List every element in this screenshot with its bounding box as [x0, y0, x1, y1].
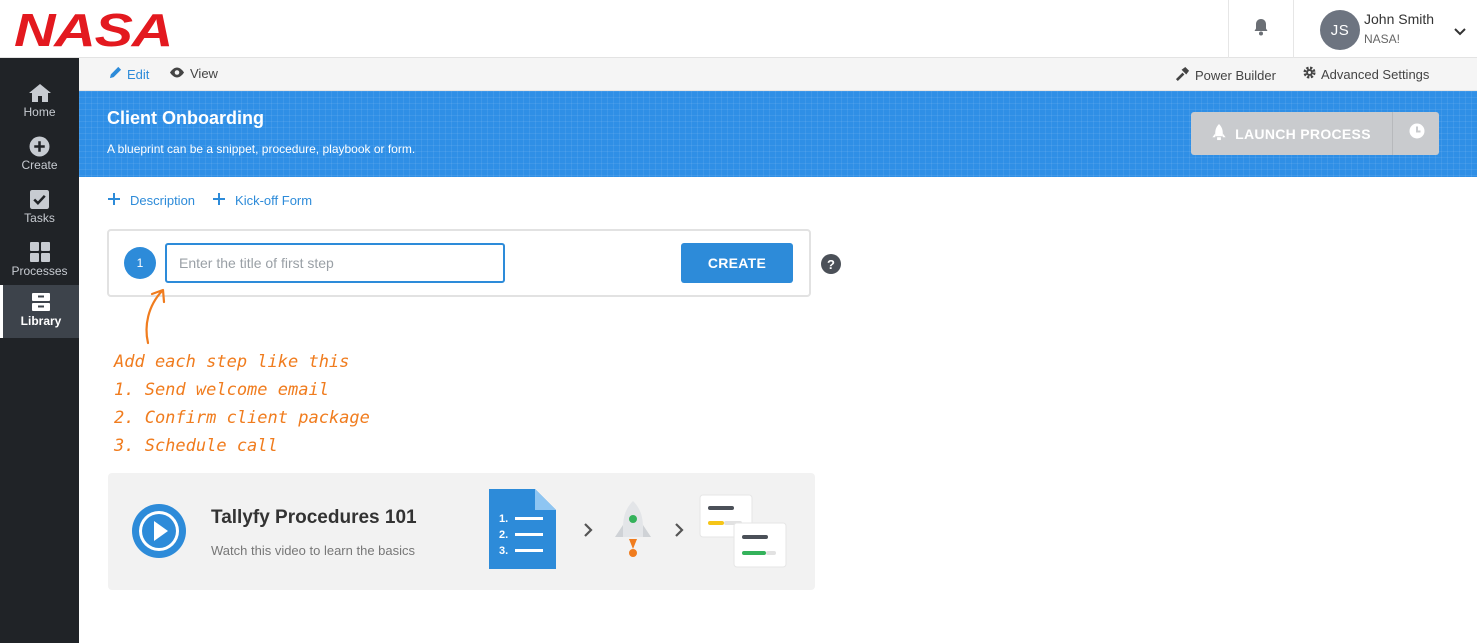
help-icon[interactable]: ? [821, 254, 841, 274]
plus-icon [213, 193, 226, 208]
power-builder-link[interactable]: Power Builder [1175, 66, 1276, 84]
document-list-icon: 1. 2. 3. [489, 489, 556, 569]
chevron-right-icon [584, 523, 593, 537]
sidebar-item-processes[interactable]: Processes [0, 235, 79, 288]
sidebar-item-tasks[interactable]: Tasks [0, 182, 79, 235]
clock-icon [1409, 123, 1425, 144]
add-kickoff-form-label: Kick-off Form [235, 193, 313, 208]
launch-process-button[interactable]: LAUNCH PROCESS [1191, 112, 1393, 155]
play-icon[interactable] [132, 504, 186, 563]
sidebar-item-label: Library [20, 314, 62, 328]
home-icon [28, 82, 52, 104]
rocket-icon [1212, 123, 1226, 144]
sidebar-item-label: Processes [11, 264, 68, 278]
hint-line: Add each step like this [114, 352, 350, 372]
procedure-illustration: 1. 2. 3. [488, 487, 798, 582]
create-step-button[interactable]: CREATE [681, 243, 793, 283]
view-tab[interactable]: View [169, 66, 218, 81]
chevron-down-icon [1454, 23, 1466, 41]
bell-icon [1253, 18, 1269, 41]
top-bar: NASA JS John Smith NASA! [0, 0, 1477, 58]
task-cards-icon [699, 494, 787, 568]
video-title[interactable]: Tallyfy Procedures 101 [211, 507, 417, 529]
avatar: JS [1320, 10, 1360, 50]
nasa-logo[interactable]: NASA [14, 4, 174, 56]
add-description-label: Description [130, 193, 196, 208]
grid-icon [29, 241, 50, 263]
pencil-icon [109, 66, 122, 82]
plus-circle-icon [29, 135, 50, 157]
checkbox-icon [30, 188, 49, 210]
advanced-settings-link[interactable]: Advanced Settings [1303, 66, 1429, 82]
power-builder-label: Power Builder [1195, 67, 1276, 83]
eye-icon [169, 66, 185, 81]
svg-text:NASA: NASA [14, 8, 172, 50]
blueprint-banner: Client Onboarding A blueprint can be a s… [79, 91, 1477, 177]
sidebar-item-label: Create [21, 158, 58, 172]
hint-arrow-icon [138, 286, 174, 351]
hint-line: 1. Send welcome email [114, 380, 329, 400]
new-step-card: 1 CREATE [107, 229, 811, 297]
list-number: 3. [499, 545, 508, 557]
sidebar-item-label: Tasks [24, 211, 55, 225]
sidebar: Home Create Tasks Processes Library [0, 58, 79, 643]
list-number: 1. [499, 513, 508, 525]
editor-toolbar: Edit View Power Builder Advanced Setting… [79, 58, 1477, 91]
launch-process-group: LAUNCH PROCESS [1191, 112, 1439, 155]
user-org: NASA! [1364, 32, 1401, 46]
gear-icon [1303, 66, 1316, 82]
page-title[interactable]: Client Onboarding [107, 108, 264, 129]
edit-tab[interactable]: Edit [109, 66, 149, 82]
user-name: John Smith [1364, 11, 1435, 27]
sidebar-item-label: Home [23, 105, 56, 119]
hint-line: 3. Schedule call [114, 436, 278, 456]
blueprint-add-links: Description Kick-off Form [108, 193, 312, 208]
add-description-link[interactable]: Description [108, 193, 195, 208]
step-hint-note: Add each step like this 1. Send welcome … [114, 348, 370, 460]
hammer-icon [1175, 66, 1190, 84]
sidebar-item-home[interactable]: Home [0, 76, 79, 129]
launch-process-label: LAUNCH PROCESS [1235, 125, 1371, 142]
sidebar-item-library[interactable]: Library [0, 285, 79, 338]
tutorial-video-card[interactable]: Tallyfy Procedures 101 Watch this video … [108, 473, 815, 590]
chevron-right-icon [675, 523, 684, 537]
list-number: 2. [499, 529, 508, 541]
step-number-badge: 1 [124, 247, 156, 279]
video-subtitle: Watch this video to learn the basics [211, 543, 416, 558]
page-subtitle: A blueprint can be a snippet, procedure,… [107, 142, 416, 156]
view-label: View [190, 66, 218, 81]
hint-line: 2. Confirm client package [114, 408, 370, 428]
edit-label: Edit [127, 66, 150, 82]
archive-icon [31, 291, 51, 313]
step-title-input[interactable] [165, 243, 505, 283]
notifications-button[interactable] [1228, 0, 1294, 58]
add-kickoff-form-link[interactable]: Kick-off Form [213, 193, 312, 208]
schedule-button[interactable] [1394, 112, 1439, 155]
advanced-settings-label: Advanced Settings [1321, 66, 1430, 82]
user-menu[interactable]: JS John Smith NASA! [1320, 9, 1470, 50]
plus-icon [108, 193, 120, 208]
sidebar-item-create[interactable]: Create [0, 129, 79, 182]
rocket-icon [615, 501, 651, 557]
